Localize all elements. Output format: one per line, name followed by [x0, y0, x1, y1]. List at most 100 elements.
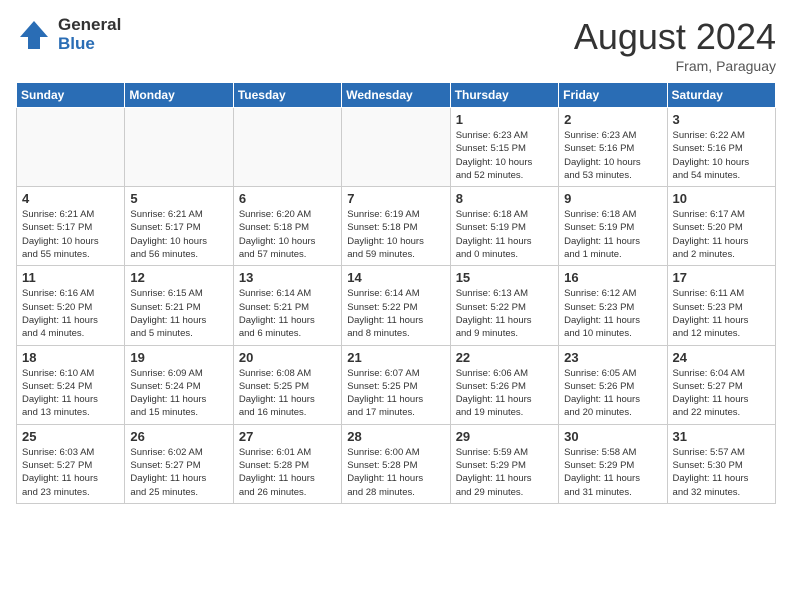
- calendar-cell: [17, 108, 125, 187]
- title-block: August 2024 Fram, Paraguay: [574, 16, 776, 74]
- day-number: 13: [239, 270, 336, 285]
- calendar-cell: 9Sunrise: 6:18 AM Sunset: 5:19 PM Daylig…: [559, 187, 667, 266]
- logo-icon: [16, 17, 52, 53]
- calendar-cell: 17 Sunrise: 6:11 AM Sunset: 5:23 PM Dayli…: [667, 266, 775, 345]
- weekday-header: Tuesday: [233, 83, 341, 108]
- day-number: 9: [564, 191, 661, 206]
- day-number: 5: [130, 191, 227, 206]
- day-number: 22: [456, 350, 553, 365]
- day-info: Sunrise: 6:04 AM Sunset: 5:27 PM Dayligh…: [673, 367, 770, 420]
- weekday-header: Friday: [559, 83, 667, 108]
- day-number: 3: [673, 112, 770, 127]
- day-info: Sunrise: 6:02 AM Sunset: 5:27 PM Dayligh…: [130, 446, 227, 499]
- weekday-header: Monday: [125, 83, 233, 108]
- calendar-cell: 13 Sunrise: 6:14 AM Sunset: 5:21 PM Dayli…: [233, 266, 341, 345]
- calendar-cell: 8 Sunrise: 6:18 AM Sunset: 5:19 PM Daylig…: [450, 187, 558, 266]
- day-info: Sunrise: 6:11 AM Sunset: 5:23 PM Dayligh…: [673, 287, 770, 340]
- day-info: Sunrise: 6:23 AM Sunset: 5:16 PM Dayligh…: [564, 129, 661, 182]
- day-info: Sunrise: 6:05 AM Sunset: 5:26 PM Dayligh…: [564, 367, 661, 420]
- calendar-week-row: 11 Sunrise: 6:16 AM Sunset: 5:20 PM Dayli…: [17, 266, 776, 345]
- day-number: 20: [239, 350, 336, 365]
- calendar-cell: 2 Sunrise: 6:23 AM Sunset: 5:16 PM Daylig…: [559, 108, 667, 187]
- day-info: Sunrise: 6:13 AM Sunset: 5:22 PM Dayligh…: [456, 287, 553, 340]
- day-number: 1: [456, 112, 553, 127]
- calendar-cell: 3Sunrise: 6:22 AM Sunset: 5:16 PM Daylig…: [667, 108, 775, 187]
- calendar-cell: 1 Sunrise: 6:23 AM Sunset: 5:15 PM Daylig…: [450, 108, 558, 187]
- day-number: 25: [22, 429, 119, 444]
- calendar-cell: 14 Sunrise: 6:14 AM Sunset: 5:22 PM Dayli…: [342, 266, 450, 345]
- day-number: 10: [673, 191, 770, 206]
- day-number: 8: [456, 191, 553, 206]
- calendar-cell: 26Sunrise: 6:02 AM Sunset: 5:27 PM Dayli…: [125, 424, 233, 503]
- calendar-cell: 5 Sunrise: 6:21 AM Sunset: 5:17 PM Daylig…: [125, 187, 233, 266]
- day-number: 2: [564, 112, 661, 127]
- calendar-cell: 24Sunrise: 6:04 AM Sunset: 5:27 PM Dayli…: [667, 345, 775, 424]
- day-info: Sunrise: 6:19 AM Sunset: 5:18 PM Dayligh…: [347, 208, 444, 261]
- day-number: 21: [347, 350, 444, 365]
- calendar-cell: 31 Sunrise: 5:57 AM Sunset: 5:30 PM Dayli…: [667, 424, 775, 503]
- calendar-cell: 28Sunrise: 6:00 AM Sunset: 5:28 PM Dayli…: [342, 424, 450, 503]
- calendar-cell: 4 Sunrise: 6:21 AM Sunset: 5:17 PM Daylig…: [17, 187, 125, 266]
- calendar-cell: 19Sunrise: 6:09 AM Sunset: 5:24 PM Dayli…: [125, 345, 233, 424]
- calendar-table: SundayMondayTuesdayWednesdayThursdayFrid…: [16, 82, 776, 504]
- calendar-cell: 15 Sunrise: 6:13 AM Sunset: 5:22 PM Dayli…: [450, 266, 558, 345]
- calendar-cell: 29Sunrise: 5:59 AM Sunset: 5:29 PM Dayli…: [450, 424, 558, 503]
- day-info: Sunrise: 6:18 AM Sunset: 5:19 PM Dayligh…: [456, 208, 553, 261]
- calendar-cell: [233, 108, 341, 187]
- day-info: Sunrise: 6:23 AM Sunset: 5:15 PM Dayligh…: [456, 129, 553, 182]
- day-info: Sunrise: 5:57 AM Sunset: 5:30 PM Dayligh…: [673, 446, 770, 499]
- calendar-cell: 22Sunrise: 6:06 AM Sunset: 5:26 PM Dayli…: [450, 345, 558, 424]
- day-info: Sunrise: 6:14 AM Sunset: 5:21 PM Dayligh…: [239, 287, 336, 340]
- weekday-header-row: SundayMondayTuesdayWednesdayThursdayFrid…: [17, 83, 776, 108]
- calendar-week-row: 1 Sunrise: 6:23 AM Sunset: 5:15 PM Daylig…: [17, 108, 776, 187]
- day-info: Sunrise: 6:21 AM Sunset: 5:17 PM Dayligh…: [130, 208, 227, 261]
- calendar-week-row: 4 Sunrise: 6:21 AM Sunset: 5:17 PM Daylig…: [17, 187, 776, 266]
- calendar-cell: 12Sunrise: 6:15 AM Sunset: 5:21 PM Dayli…: [125, 266, 233, 345]
- day-info: Sunrise: 6:16 AM Sunset: 5:20 PM Dayligh…: [22, 287, 119, 340]
- day-info: Sunrise: 6:15 AM Sunset: 5:21 PM Dayligh…: [130, 287, 227, 340]
- day-number: 18: [22, 350, 119, 365]
- day-info: Sunrise: 6:07 AM Sunset: 5:25 PM Dayligh…: [347, 367, 444, 420]
- day-info: Sunrise: 6:08 AM Sunset: 5:25 PM Dayligh…: [239, 367, 336, 420]
- day-number: 27: [239, 429, 336, 444]
- day-info: Sunrise: 6:17 AM Sunset: 5:20 PM Dayligh…: [673, 208, 770, 261]
- calendar-cell: [125, 108, 233, 187]
- day-number: 31: [673, 429, 770, 444]
- day-number: 11: [22, 270, 119, 285]
- location: Fram, Paraguay: [574, 58, 776, 74]
- weekday-header: Thursday: [450, 83, 558, 108]
- logo: General Blue: [16, 16, 121, 53]
- day-number: 6: [239, 191, 336, 206]
- day-number: 4: [22, 191, 119, 206]
- day-info: Sunrise: 6:14 AM Sunset: 5:22 PM Dayligh…: [347, 287, 444, 340]
- day-info: Sunrise: 6:12 AM Sunset: 5:23 PM Dayligh…: [564, 287, 661, 340]
- calendar-week-row: 18 Sunrise: 6:10 AM Sunset: 5:24 PM Dayli…: [17, 345, 776, 424]
- weekday-header: Saturday: [667, 83, 775, 108]
- day-info: Sunrise: 6:20 AM Sunset: 5:18 PM Dayligh…: [239, 208, 336, 261]
- logo-blue: Blue: [58, 35, 121, 54]
- logo-general: General: [58, 16, 121, 35]
- calendar-cell: 25 Sunrise: 6:03 AM Sunset: 5:27 PM Dayli…: [17, 424, 125, 503]
- day-number: 23: [564, 350, 661, 365]
- calendar-cell: 27Sunrise: 6:01 AM Sunset: 5:28 PM Dayli…: [233, 424, 341, 503]
- day-number: 7: [347, 191, 444, 206]
- weekday-header: Sunday: [17, 83, 125, 108]
- calendar-cell: 10 Sunrise: 6:17 AM Sunset: 5:20 PM Dayli…: [667, 187, 775, 266]
- day-info: Sunrise: 6:03 AM Sunset: 5:27 PM Dayligh…: [22, 446, 119, 499]
- calendar-cell: 7 Sunrise: 6:19 AM Sunset: 5:18 PM Daylig…: [342, 187, 450, 266]
- calendar-week-row: 25 Sunrise: 6:03 AM Sunset: 5:27 PM Dayli…: [17, 424, 776, 503]
- calendar-cell: 23 Sunrise: 6:05 AM Sunset: 5:26 PM Dayli…: [559, 345, 667, 424]
- calendar-cell: [342, 108, 450, 187]
- day-info: Sunrise: 5:59 AM Sunset: 5:29 PM Dayligh…: [456, 446, 553, 499]
- day-number: 14: [347, 270, 444, 285]
- day-info: Sunrise: 6:21 AM Sunset: 5:17 PM Dayligh…: [22, 208, 119, 261]
- calendar-cell: 21 Sunrise: 6:07 AM Sunset: 5:25 PM Dayli…: [342, 345, 450, 424]
- logo-text: General Blue: [58, 16, 121, 53]
- day-info: Sunrise: 6:00 AM Sunset: 5:28 PM Dayligh…: [347, 446, 444, 499]
- day-info: Sunrise: 6:10 AM Sunset: 5:24 PM Dayligh…: [22, 367, 119, 420]
- weekday-header: Wednesday: [342, 83, 450, 108]
- day-number: 19: [130, 350, 227, 365]
- day-number: 17: [673, 270, 770, 285]
- calendar-cell: 6 Sunrise: 6:20 AM Sunset: 5:18 PM Daylig…: [233, 187, 341, 266]
- day-number: 15: [456, 270, 553, 285]
